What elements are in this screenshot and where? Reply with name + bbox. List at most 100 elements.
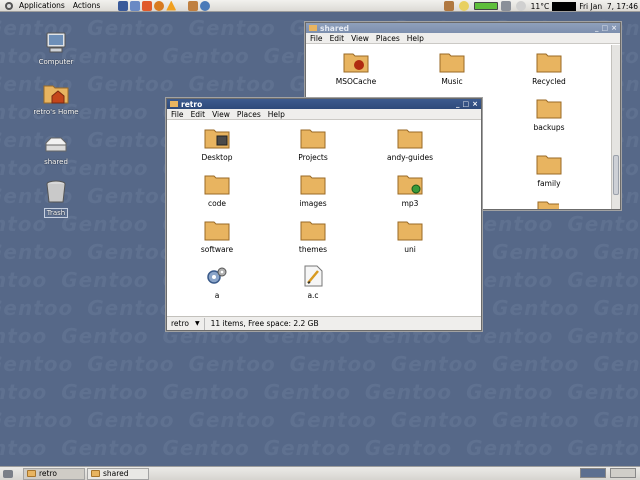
status-text: 11 items, Free space: 2.2 GB [210, 319, 319, 328]
folder-icon [309, 25, 317, 31]
scroll-thumb[interactable] [613, 155, 619, 195]
menu-help[interactable]: Help [268, 110, 285, 119]
trash-icon [46, 180, 66, 203]
desktop-icon-label: Trash [43, 208, 69, 218]
applet-icon[interactable] [443, 1, 454, 11]
workspace-1[interactable] [580, 468, 606, 478]
desktop-icon-computer[interactable]: Computer [28, 32, 84, 66]
desktop-icon-label: Computer [38, 58, 74, 66]
retro-window: retro _ □ × File Edit View Places Help D… [166, 98, 482, 331]
desktop-icon-home[interactable]: retro's Home [28, 82, 84, 116]
clipboard-icon[interactable] [500, 1, 511, 11]
retro-titlebar[interactable]: retro _ □ × [167, 99, 481, 109]
folder-icon [27, 470, 36, 477]
taskbar-item-shared[interactable]: shared [87, 467, 149, 480]
desktop-icon-shared[interactable]: shared [28, 136, 84, 166]
menu-file[interactable]: File [310, 34, 323, 43]
maximize-button[interactable]: □ [602, 24, 609, 32]
home-folder-icon [43, 85, 69, 104]
file-item-a[interactable]: a [177, 265, 257, 300]
menu-edit[interactable]: Edit [330, 34, 345, 43]
shared-titlebar[interactable]: shared _ □ × [306, 23, 620, 33]
folder-icon [204, 175, 230, 195]
file-item-a-c[interactable]: a.c [273, 265, 353, 300]
watermark-row: Gentoo Gentoo Gentoo Gentoo Gentoo Gento… [0, 380, 640, 404]
folder-icon [536, 53, 562, 73]
file-item-music[interactable]: Music [412, 51, 492, 86]
file-item-family[interactable]: family [509, 153, 589, 188]
menu-file[interactable]: File [171, 110, 184, 119]
clock[interactable]: Fri Jan 7, 17:46 [579, 2, 638, 11]
file-item-themes[interactable]: themes [273, 219, 353, 254]
file-item-desktop[interactable]: Desktop [177, 127, 257, 162]
folder-icon [91, 470, 100, 477]
window-title: shared [320, 23, 350, 33]
menu-places[interactable]: Places [376, 34, 400, 43]
office-launcher-icon[interactable] [142, 0, 153, 11]
close-button[interactable]: × [472, 100, 478, 108]
retro-statusbar: retro ▼ 11 items, Free space: 2.2 GB [167, 316, 481, 330]
location-label: retro [171, 319, 189, 328]
file-item-software[interactable]: software [177, 219, 257, 254]
network-launcher-icon[interactable] [200, 0, 211, 11]
file-item-projects[interactable]: Projects [273, 127, 353, 162]
file-item-mp3[interactable]: mp3 [370, 173, 450, 208]
close-button[interactable]: × [611, 24, 617, 32]
folder-icon[interactable] [537, 199, 559, 209]
file-item-code[interactable]: code [177, 173, 257, 208]
file-item-uni[interactable]: uni [370, 219, 450, 254]
redacted-area [552, 1, 577, 11]
minimize-button[interactable]: _ [456, 100, 460, 108]
menu-places[interactable]: Places [237, 110, 261, 119]
menu-help[interactable]: Help [407, 34, 424, 43]
brightness-icon[interactable] [458, 1, 469, 11]
shared-scrollbar[interactable] [611, 45, 620, 209]
drive-icon [45, 137, 67, 152]
terminal-launcher-icon[interactable] [118, 0, 129, 11]
file-item-andy-guides[interactable]: andy-guides [370, 127, 450, 162]
folder-icon [397, 129, 423, 149]
shared-menubar: File Edit View Places Help [306, 33, 620, 44]
folder-icon [536, 99, 562, 119]
window-title: retro [181, 99, 203, 109]
watermark-row: Gentoo Gentoo Gentoo Gentoo Gentoo Gento… [0, 408, 640, 432]
file-item-backups[interactable]: backups [509, 97, 589, 132]
vlc-launcher-icon[interactable] [166, 0, 177, 11]
watermark-row: Gentoo Gentoo Gentoo Gentoo Gentoo Gento… [0, 436, 640, 460]
folder-icon [397, 221, 423, 241]
minimize-button[interactable]: _ [595, 24, 599, 32]
weather-temperature[interactable]: 11°C [531, 2, 550, 11]
chevron-down-icon: ▼ [194, 320, 200, 327]
shared-folder-icon [397, 175, 423, 195]
battery-icon[interactable] [473, 2, 498, 10]
taskbar-item-retro[interactable]: retro [23, 467, 85, 480]
c-source-file-icon [304, 265, 323, 287]
show-desktop-icon[interactable] [3, 469, 13, 478]
file-manager-launcher-icon[interactable] [188, 0, 199, 11]
retro-menubar: File Edit View Places Help [167, 109, 481, 120]
executable-gears-icon [207, 267, 227, 284]
folder-icon [204, 221, 230, 241]
desktop-icon-label: retro's Home [33, 108, 79, 116]
file-item-msocache[interactable]: MSOCache [316, 51, 396, 86]
folder-icon [536, 155, 562, 175]
watermark-row: Gentoo Gentoo Gentoo Gentoo Gentoo Gento… [0, 352, 640, 376]
menu-view[interactable]: View [351, 34, 369, 43]
applications-menu[interactable]: Applications [19, 1, 65, 10]
menu-edit[interactable]: Edit [191, 110, 206, 119]
retro-file-view: Desktop Projects andy-guides code images… [167, 121, 481, 316]
weather-icon[interactable] [515, 1, 526, 11]
desktop-icon-trash[interactable]: Trash [28, 180, 84, 218]
folder-icon [300, 129, 326, 149]
menu-view[interactable]: View [212, 110, 230, 119]
file-item-images[interactable]: images [273, 173, 353, 208]
gnome-foot-icon[interactable] [3, 0, 15, 12]
desktop-icon-label: shared [44, 158, 68, 166]
workspace-2[interactable] [610, 468, 636, 478]
editor-launcher-icon[interactable] [130, 0, 141, 11]
location-selector[interactable]: retro ▼ [167, 317, 205, 330]
maximize-button[interactable]: □ [463, 100, 470, 108]
firefox-launcher-icon[interactable] [154, 0, 165, 11]
actions-menu[interactable]: Actions [73, 1, 100, 10]
file-item-recycled[interactable]: Recycled [509, 51, 589, 86]
